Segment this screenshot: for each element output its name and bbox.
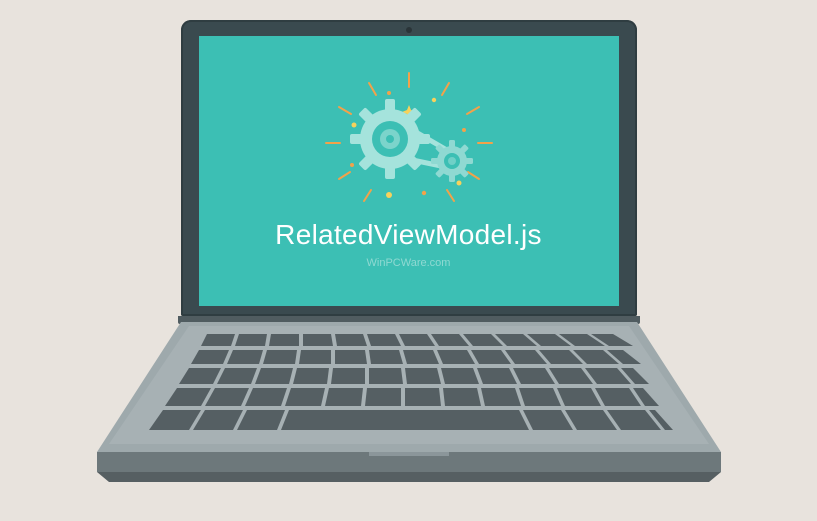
laptop-illustration: RelatedViewModel.js WinPCWare.com [89, 20, 729, 492]
laptop-base [89, 322, 729, 492]
screen: RelatedViewModel.js WinPCWare.com [199, 36, 619, 306]
watermark-label: WinPCWare.com [367, 257, 451, 269]
filename-label: RelatedViewModel.js [275, 219, 542, 251]
gears-icon [294, 65, 524, 215]
screen-bezel: RelatedViewModel.js WinPCWare.com [181, 20, 637, 316]
